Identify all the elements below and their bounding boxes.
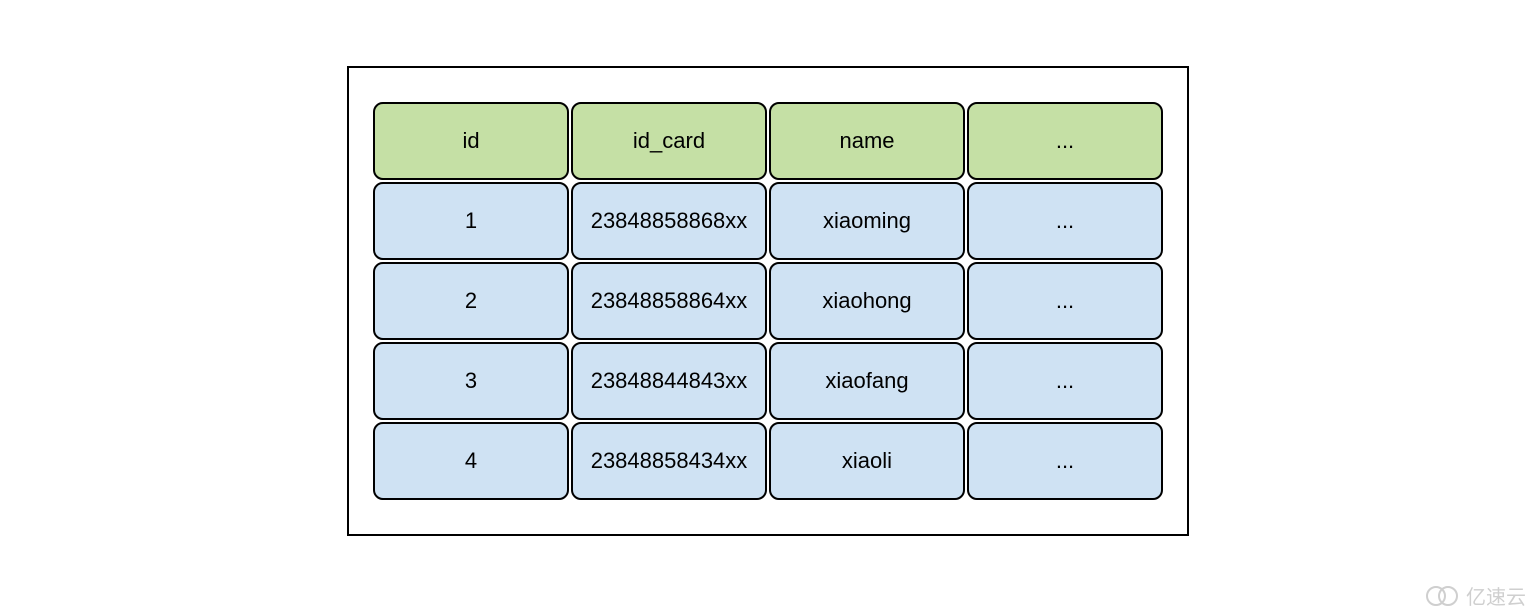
table-cell: 2 xyxy=(373,262,569,340)
watermark-text: 亿速云 xyxy=(1466,581,1526,610)
table-cell: xiaohong xyxy=(769,262,965,340)
table-cell: 3 xyxy=(373,342,569,420)
table-cell: ... xyxy=(967,422,1163,500)
header-more: ... xyxy=(967,102,1163,180)
header-name: name xyxy=(769,102,965,180)
header-id: id xyxy=(373,102,569,180)
table-cell: xiaoli xyxy=(769,422,965,500)
table-cell: 23848858868xx xyxy=(571,182,767,260)
table-cell: ... xyxy=(967,342,1163,420)
table-cell: xiaoming xyxy=(769,182,965,260)
table-cell: 1 xyxy=(373,182,569,260)
table-cell: xiaofang xyxy=(769,342,965,420)
database-table: id id_card name ... 1 23848858868xx xiao… xyxy=(373,102,1163,500)
table-cell: 23848858864xx xyxy=(571,262,767,340)
table-cell: ... xyxy=(967,262,1163,340)
table-cell: 23848858434xx xyxy=(571,422,767,500)
diagram-frame: id id_card name ... 1 23848858868xx xiao… xyxy=(347,66,1189,536)
table-cell: ... xyxy=(967,182,1163,260)
watermark-logo-icon xyxy=(1426,584,1460,608)
watermark: 亿速云 xyxy=(1426,581,1526,610)
table-cell: 23848844843xx xyxy=(571,342,767,420)
header-id-card: id_card xyxy=(571,102,767,180)
table-cell: 4 xyxy=(373,422,569,500)
